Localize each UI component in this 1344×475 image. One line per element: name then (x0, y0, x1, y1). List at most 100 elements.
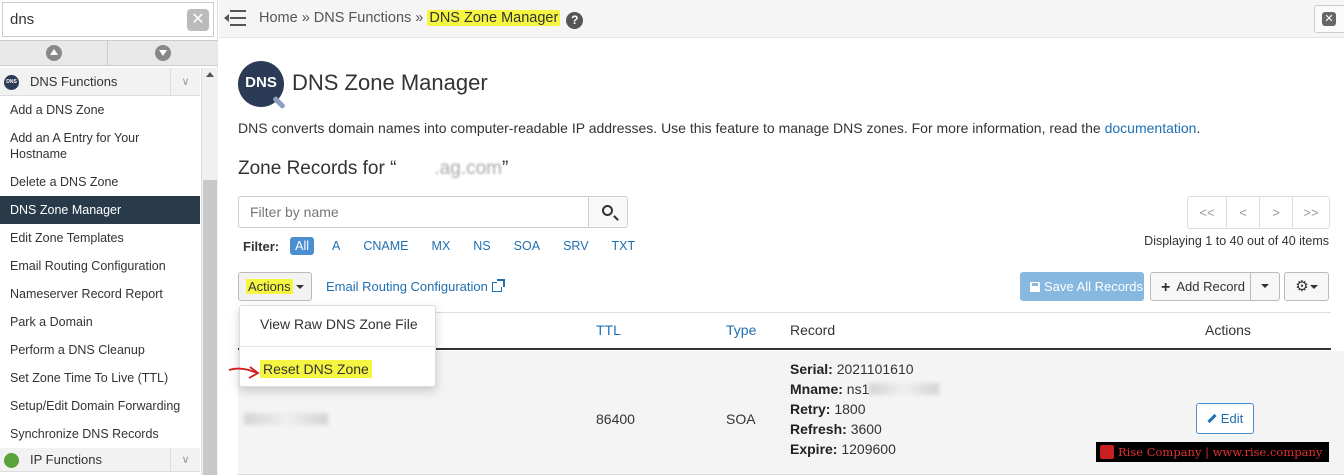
sidebar-item-edit-zone-templates[interactable]: Edit Zone Templates (0, 224, 200, 252)
sidebar-item-domain-forwarding[interactable]: Setup/Edit Domain Forwarding (0, 392, 200, 420)
scrollbar-up-arrow-icon[interactable] (206, 72, 214, 77)
seal-icon (1100, 445, 1114, 459)
arrow-up-icon (46, 45, 62, 61)
edit-label: Edit (1220, 411, 1244, 426)
next-page-button[interactable]: > (1259, 196, 1293, 229)
first-page-button[interactable]: << (1187, 196, 1227, 229)
close-panel-button[interactable]: ✕ (1314, 5, 1344, 33)
filter-search-button[interactable] (588, 196, 628, 228)
description-end: . (1196, 120, 1201, 136)
page-description: DNS converts domain names into computer-… (238, 120, 1200, 136)
filter-by-name-input[interactable] (238, 196, 589, 228)
sidebar-item-delete-dns-zone[interactable]: Delete a DNS Zone (0, 168, 200, 196)
displaying-count: Displaying 1 to 40 out of 40 items (1144, 234, 1329, 248)
type-filter-row: Filter: All A CNAME MX NS SOA SRV TXT (243, 235, 653, 257)
menu-item-view-raw-zone[interactable]: View Raw DNS Zone File (240, 316, 435, 332)
sidebar-item-add-dns-zone[interactable]: Add a DNS Zone (0, 96, 200, 124)
actions-dropdown-button[interactable]: Actions (238, 272, 312, 301)
record-retry: Retry: 1800 (790, 401, 866, 417)
scroll-down-button[interactable] (109, 41, 217, 65)
actions-dropdown-menu: View Raw DNS Zone File Reset DNS Zone (239, 305, 436, 387)
record-refresh: Refresh: 3600 (790, 421, 882, 437)
gear-icon: ⚙ (1295, 278, 1309, 295)
breadcrumb-home[interactable]: Home (259, 10, 298, 26)
watermark-text: Rise Company | www.rise.company (1118, 445, 1323, 459)
breadcrumb: Home» DNS Functions» DNS Zone Manager? (259, 10, 584, 29)
column-record: Record (790, 322, 836, 338)
sidebar-item-dns-zone-manager[interactable]: DNS Zone Manager (0, 196, 200, 224)
caret-down-icon (1261, 284, 1269, 288)
filter-txt[interactable]: TXT (607, 237, 641, 255)
filter-cname[interactable]: CNAME (358, 237, 413, 255)
chevron-down-icon[interactable]: ∨ (170, 68, 200, 96)
clear-search-icon[interactable]: ✕ (187, 9, 209, 31)
sidebar-item-email-routing[interactable]: Email Routing Configuration (0, 252, 200, 280)
record-ttl: 86400 (596, 411, 635, 427)
collapse-sidebar-icon[interactable] (224, 9, 246, 27)
redacted-name (244, 413, 328, 425)
sidebar-list: DNS DNS Functions ∨ Add a DNS Zone Add a… (0, 68, 200, 472)
help-icon[interactable]: ? (566, 12, 584, 29)
column-actions: Actions (1205, 322, 1251, 338)
filter-mx[interactable]: MX (427, 237, 456, 255)
filter-all[interactable]: All (290, 237, 315, 255)
zone-title-suffix: ” (502, 158, 509, 179)
sidebar-group-ip-functions[interactable]: IP Functions ∨ (0, 448, 200, 472)
zone-records-title: Zone Records for “ .ag.com” (238, 158, 508, 180)
sidebar-scroll-controls (0, 40, 218, 66)
sidebar-item-nameserver-report[interactable]: Nameserver Record Report (0, 280, 200, 308)
caret-down-icon (1309, 285, 1318, 289)
sidebar-item-add-a-entry[interactable]: Add an A Entry for Your Hostname (0, 124, 200, 168)
filter-a[interactable]: A (327, 237, 345, 255)
sidebar-search-input[interactable] (3, 3, 183, 36)
dns-functions-icon: DNS (4, 75, 19, 90)
documentation-link[interactable]: documentation (1105, 120, 1197, 136)
scroll-up-button[interactable] (0, 41, 108, 65)
filter-label: Filter: (243, 238, 280, 254)
save-icon (1030, 282, 1040, 292)
settings-dropdown-button[interactable]: ⚙ (1284, 272, 1329, 301)
email-routing-link[interactable]: Email Routing Configuration (326, 279, 505, 294)
breadcrumb-dns-functions[interactable]: DNS Functions (314, 10, 412, 26)
caret-down-icon (295, 285, 304, 289)
menu-item-reset-dns-zone[interactable]: Reset DNS Zone (240, 360, 435, 378)
description-text: DNS converts domain names into computer-… (238, 120, 1105, 136)
column-ttl[interactable]: TTL (596, 322, 621, 338)
sidebar-item-set-ttl[interactable]: Set Zone Time To Live (TTL) (0, 364, 200, 392)
menu-divider (240, 346, 435, 347)
sidebar-group-dns-functions[interactable]: DNS DNS Functions ∨ (0, 68, 200, 96)
sidebar-item-park-domain[interactable]: Park a Domain (0, 308, 200, 336)
add-record-label: Add Record (1176, 279, 1245, 294)
breadcrumb-current: DNS Zone Manager (427, 10, 561, 26)
external-link-icon (491, 279, 505, 292)
save-all-records-button[interactable]: Save All Records (1020, 272, 1144, 301)
arrow-down-icon (155, 45, 171, 61)
record-expire: Expire: 1209600 (790, 441, 896, 457)
add-record-button[interactable]: + Add Record (1150, 272, 1251, 301)
filter-ns[interactable]: NS (468, 237, 495, 255)
record-type: SOA (726, 411, 756, 427)
record-name (244, 411, 328, 427)
add-record-dropdown-toggle[interactable] (1250, 272, 1280, 301)
filter-srv[interactable]: SRV (558, 237, 593, 255)
sidebar-item-dns-cleanup[interactable]: Perform a DNS Cleanup (0, 336, 200, 364)
email-routing-label: Email Routing Configuration (326, 279, 488, 294)
sidebar-search: ✕ (2, 2, 214, 37)
edit-record-button[interactable]: Edit (1196, 403, 1254, 434)
search-icon (602, 205, 613, 216)
record-serial: Serial: 2021101610 (790, 361, 914, 377)
plus-icon: + (1161, 279, 1171, 296)
watermark: Rise Company | www.rise.company (1096, 442, 1329, 462)
record-mname: Mname: ns1 (790, 379, 940, 399)
sidebar-scrollbar[interactable] (201, 68, 218, 475)
sidebar-item-sync-dns[interactable]: Synchronize DNS Records (0, 420, 200, 448)
save-all-label: Save All Records (1044, 279, 1143, 294)
chevron-down-icon[interactable]: ∨ (170, 448, 200, 472)
scrollbar-thumb[interactable] (203, 180, 217, 475)
sidebar-group-label: IP Functions (30, 452, 103, 467)
dns-logo-icon: DNS (238, 61, 284, 107)
last-page-button[interactable]: >> (1292, 196, 1330, 229)
prev-page-button[interactable]: < (1226, 196, 1260, 229)
filter-soa[interactable]: SOA (509, 237, 545, 255)
column-type[interactable]: Type (726, 322, 756, 338)
